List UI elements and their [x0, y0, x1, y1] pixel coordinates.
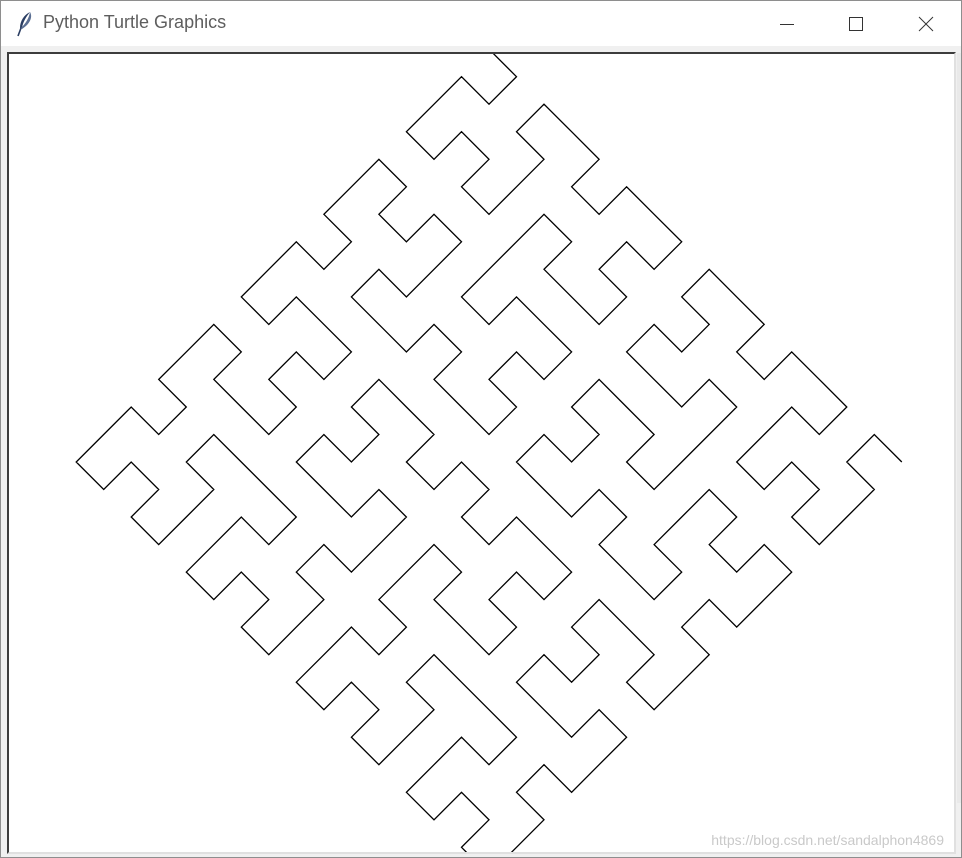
fractal-curve [75, 54, 903, 852]
turtle-window: Python Turtle Graphics https://blog.csdn… [0, 0, 962, 858]
turtle-drawing [75, 54, 903, 852]
feather-icon [15, 11, 35, 37]
minimize-icon [779, 16, 795, 32]
title-bar[interactable]: Python Turtle Graphics [1, 1, 961, 46]
window-title: Python Turtle Graphics [43, 12, 227, 32]
minimize-button[interactable] [752, 1, 822, 46]
close-button[interactable] [891, 1, 961, 46]
right-edge [957, 53, 961, 803]
maximize-button[interactable] [821, 1, 891, 46]
watermark-text: https://blog.csdn.net/sandalphon4869 [711, 832, 944, 848]
turtle-canvas-frame[interactable]: https://blog.csdn.net/sandalphon4869 [7, 52, 956, 854]
client-area: https://blog.csdn.net/sandalphon4869 [1, 46, 961, 857]
close-icon [918, 16, 934, 32]
maximize-icon [848, 16, 864, 32]
